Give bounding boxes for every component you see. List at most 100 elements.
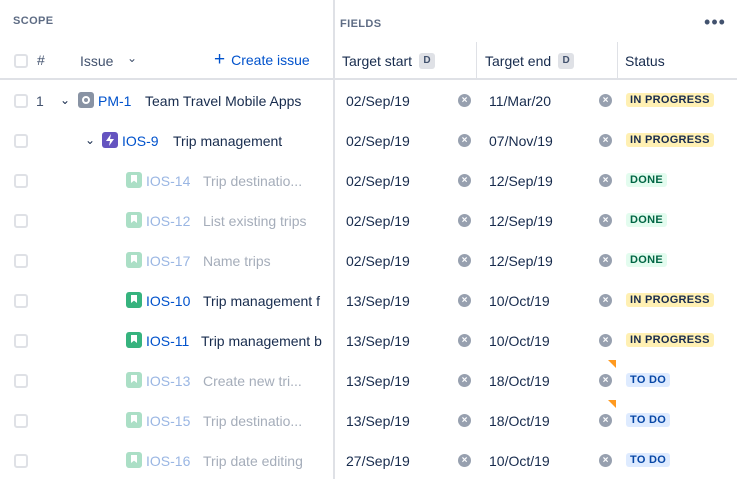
target-end-value[interactable]: 12/Sep/19 — [489, 253, 553, 269]
chevron-down-icon[interactable]: ⌄ — [127, 51, 137, 65]
row-checkbox[interactable] — [14, 174, 28, 188]
collapse-chevron-icon[interactable]: ⌄ — [60, 93, 70, 107]
clear-date-icon[interactable]: × — [599, 454, 612, 467]
target-start-value[interactable]: 02/Sep/19 — [346, 173, 410, 189]
row-checkbox[interactable] — [14, 454, 28, 468]
target-start-value[interactable]: 13/Sep/19 — [346, 293, 410, 309]
issue-row-ios-16[interactable]: IOS-16 Trip date editing 27/Sep/19 × 10/… — [0, 441, 737, 479]
status-badge[interactable]: TO DO — [626, 453, 671, 467]
issue-key[interactable]: IOS-16 — [146, 453, 190, 469]
collapse-chevron-icon[interactable]: ⌄ — [85, 133, 95, 147]
row-checkbox[interactable] — [14, 294, 28, 308]
target-end-header[interactable]: Target end D — [485, 53, 575, 69]
target-start-value[interactable]: 27/Sep/19 — [346, 453, 410, 469]
issue-key[interactable]: IOS-10 — [146, 293, 190, 309]
issue-summary[interactable]: List existing trips — [203, 213, 330, 229]
target-end-value[interactable]: 18/Oct/19 — [489, 373, 550, 389]
issue-summary[interactable]: Trip destinatio... — [203, 413, 330, 429]
issue-summary[interactable]: Trip destinatio... — [203, 173, 330, 189]
clear-date-icon[interactable]: × — [458, 374, 471, 387]
issue-column-header[interactable]: Issue — [80, 53, 113, 69]
clear-date-icon[interactable]: × — [458, 214, 471, 227]
target-end-value[interactable]: 18/Oct/19 — [489, 413, 550, 429]
status-badge[interactable]: DONE — [626, 213, 667, 227]
issue-key[interactable]: IOS-14 — [146, 173, 190, 189]
issue-row-ios-12[interactable]: IOS-12 List existing trips 02/Sep/19 × 1… — [0, 201, 737, 241]
issue-row-ios-13[interactable]: IOS-13 Create new tri... 13/Sep/19 × 18/… — [0, 360, 737, 401]
issue-row-ios-10[interactable]: IOS-10 Trip management f 13/Sep/19 × 10/… — [0, 281, 737, 321]
clear-date-icon[interactable]: × — [599, 374, 612, 387]
status-badge[interactable]: IN PROGRESS — [626, 293, 714, 307]
clear-date-icon[interactable]: × — [458, 94, 471, 107]
clear-date-icon[interactable]: × — [458, 414, 471, 427]
issue-key[interactable]: IOS-9 — [122, 133, 159, 149]
clear-date-icon[interactable]: × — [458, 134, 471, 147]
row-checkbox[interactable] — [14, 254, 28, 268]
clear-date-icon[interactable]: × — [458, 454, 471, 467]
issue-key[interactable]: IOS-15 — [146, 413, 190, 429]
target-start-value[interactable]: 02/Sep/19 — [346, 133, 410, 149]
row-checkbox[interactable] — [14, 334, 28, 348]
target-end-value[interactable]: 11/Mar/20 — [489, 93, 551, 109]
clear-date-icon[interactable]: × — [599, 294, 612, 307]
issue-key[interactable]: IOS-13 — [146, 373, 190, 389]
target-start-value[interactable]: 02/Sep/19 — [346, 93, 410, 109]
issue-key[interactable]: IOS-11 — [146, 333, 189, 349]
target-start-value[interactable]: 13/Sep/19 — [346, 413, 410, 429]
issue-row-ios-14[interactable]: IOS-14 Trip destinatio... 02/Sep/19 × 12… — [0, 161, 737, 201]
issue-summary[interactable]: Trip management b — [201, 333, 324, 349]
target-end-value[interactable]: 12/Sep/19 — [489, 213, 553, 229]
status-badge[interactable]: IN PROGRESS — [626, 333, 714, 347]
create-issue-button[interactable]: + Create issue — [214, 50, 310, 69]
clear-date-icon[interactable]: × — [599, 414, 612, 427]
status-badge[interactable]: IN PROGRESS — [626, 93, 714, 107]
target-start-value[interactable]: 02/Sep/19 — [346, 213, 410, 229]
issue-key[interactable]: IOS-12 — [146, 213, 190, 229]
row-checkbox[interactable] — [14, 374, 28, 388]
target-start-header[interactable]: Target start D — [342, 53, 436, 69]
target-end-value[interactable]: 12/Sep/19 — [489, 173, 553, 189]
select-all-checkbox[interactable] — [14, 54, 28, 68]
clear-date-icon[interactable]: × — [458, 294, 471, 307]
issue-summary[interactable]: Name trips — [203, 253, 330, 269]
issue-row-ios-17[interactable]: IOS-17 Name trips 02/Sep/19 × 12/Sep/19 … — [0, 241, 737, 281]
clear-date-icon[interactable]: × — [458, 254, 471, 267]
target-end-value[interactable]: 10/Oct/19 — [489, 293, 550, 309]
target-start-value[interactable]: 02/Sep/19 — [346, 253, 410, 269]
row-checkbox[interactable] — [14, 134, 28, 148]
target-start-value[interactable]: 13/Sep/19 — [346, 333, 410, 349]
issue-summary[interactable]: Trip date editing — [203, 453, 330, 469]
target-start-value[interactable]: 13/Sep/19 — [346, 373, 410, 389]
issue-row-ios-15[interactable]: IOS-15 Trip destinatio... 13/Sep/19 × 18… — [0, 400, 737, 441]
issue-key[interactable]: PM-1 — [98, 93, 131, 109]
issue-summary[interactable]: Trip management f — [203, 293, 324, 309]
clear-date-icon[interactable]: × — [599, 254, 612, 267]
target-end-value[interactable]: 10/Oct/19 — [489, 453, 550, 469]
clear-date-icon[interactable]: × — [599, 214, 612, 227]
clear-date-icon[interactable]: × — [599, 174, 612, 187]
status-badge[interactable]: DONE — [626, 173, 667, 187]
clear-date-icon[interactable]: × — [599, 334, 612, 347]
issue-row-pm-1[interactable]: 1 ⌄ PM-1 Team Travel Mobile Apps 02/Sep/… — [0, 81, 737, 121]
status-badge[interactable]: IN PROGRESS — [626, 133, 714, 147]
issue-key[interactable]: IOS-17 — [146, 253, 190, 269]
status-header[interactable]: Status — [625, 53, 665, 69]
issue-row-ios-11[interactable]: IOS-11 Trip management b 13/Sep/19 × 10/… — [0, 321, 737, 361]
target-end-value[interactable]: 07/Nov/19 — [489, 133, 553, 149]
status-badge[interactable]: TO DO — [626, 413, 671, 427]
clear-date-icon[interactable]: × — [458, 174, 471, 187]
issue-summary[interactable]: Team Travel Mobile Apps — [145, 93, 330, 109]
clear-date-icon[interactable]: × — [599, 134, 612, 147]
status-badge[interactable]: DONE — [626, 253, 667, 267]
issue-row-ios-9[interactable]: ⌄ IOS-9 Trip management 02/Sep/19 × 07/N… — [0, 121, 737, 161]
issue-summary[interactable]: Trip management — [173, 133, 330, 149]
more-options-icon[interactable]: ••• — [700, 12, 730, 32]
clear-date-icon[interactable]: × — [599, 94, 612, 107]
status-badge[interactable]: TO DO — [626, 373, 671, 387]
row-checkbox[interactable] — [14, 414, 28, 428]
issue-summary[interactable]: Create new tri... — [203, 373, 330, 389]
clear-date-icon[interactable]: × — [458, 334, 471, 347]
row-checkbox[interactable] — [14, 214, 28, 228]
target-end-value[interactable]: 10/Oct/19 — [489, 333, 550, 349]
row-checkbox[interactable] — [14, 94, 28, 108]
